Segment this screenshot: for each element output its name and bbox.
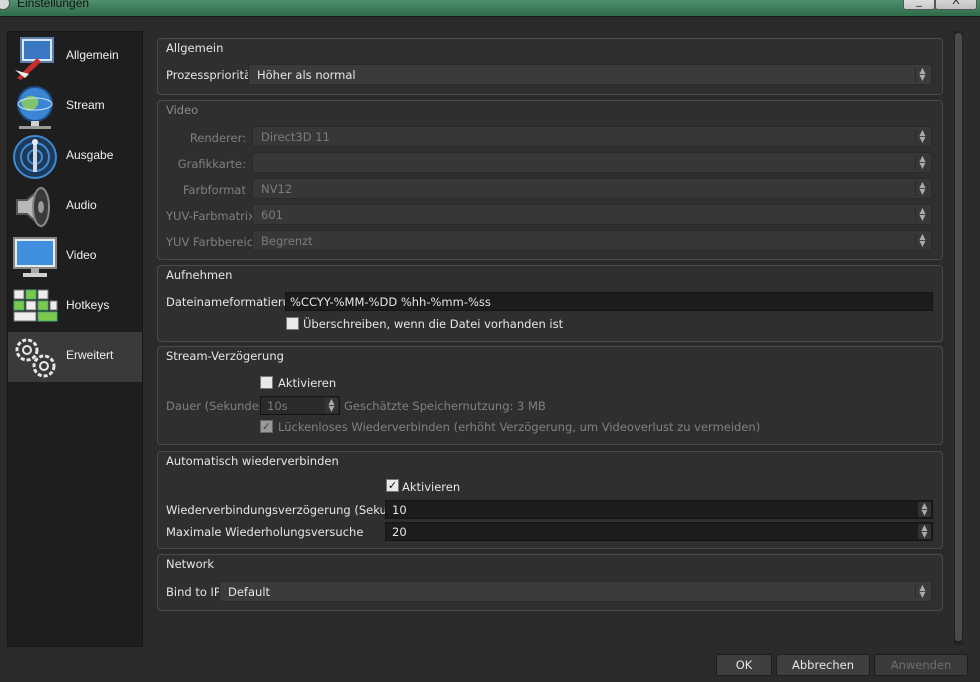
group-title: Network: [166, 557, 215, 571]
monitor-icon: [13, 237, 57, 277]
gpu-label: Grafikkarte:: [177, 157, 246, 171]
yuv-range-select: Begrenzt ▲ ▼: [252, 230, 932, 251]
sidebar-item-label: Allgemein: [66, 48, 119, 62]
yuv-matrix-label: YUV-Farbmatrix: [166, 209, 255, 223]
yuv-range-value: Begrenzt: [261, 234, 313, 248]
max-retries-spinbox[interactable]: 20 ▲ ▼: [385, 522, 933, 541]
select-arrows-icon: ▲ ▼: [915, 233, 929, 248]
sidebar-item-label: Stream: [66, 98, 105, 112]
delay-duration-label: Dauer (Sekunden): [166, 399, 271, 413]
select-arrows-icon: ▲ ▼: [915, 181, 929, 196]
stream-delay-enable-checkbox[interactable]: [260, 376, 273, 389]
renderer-value: Direct3D 11: [261, 130, 330, 144]
priority-select[interactable]: Höher als normal ▲ ▼: [248, 64, 932, 85]
select-arrows-icon: ▲ ▼: [915, 584, 929, 599]
sidebar-item-hotkeys[interactable]: Hotkeys: [8, 282, 142, 332]
renderer-label: Renderer:: [189, 131, 246, 145]
speaker-icon: [16, 185, 50, 229]
app-icon: [0, 0, 10, 10]
globe-network-icon: [17, 86, 53, 129]
color-format-value: NV12: [261, 182, 293, 196]
cancel-button[interactable]: Abbrechen: [776, 654, 870, 676]
overwrite-checkbox[interactable]: [286, 317, 299, 330]
sidebar-item-label: Ausgabe: [66, 148, 114, 162]
stream-delay-enable-label: Aktivieren: [278, 376, 337, 390]
yuv-matrix-value: 601: [261, 208, 283, 222]
check-icon: ✓: [261, 420, 272, 433]
filename-format-input[interactable]: %CCYY-%MM-%DD %hh-%mm-%ss: [285, 292, 933, 311]
preserve-reconnect-label: Lückenloses Wiederverbinden (erhöht Verz…: [278, 420, 761, 434]
overwrite-label: Überschreiben, wenn die Datei vorhanden …: [303, 317, 564, 331]
yuv-matrix-select: 601 ▲ ▼: [252, 204, 932, 225]
stream-delay-group: Stream-Verzögerung Aktivieren Dauer (Sek…: [157, 346, 943, 445]
spin-arrows-icon: ▲ ▼: [918, 502, 931, 517]
sidebar-item-stream[interactable]: Stream: [8, 82, 142, 132]
ok-button[interactable]: OK: [716, 654, 772, 676]
memory-usage-text: Geschätzte Speichernutzung: 3 MB: [344, 399, 546, 413]
priority-value: Höher als normal: [257, 68, 356, 82]
reconnect-delay-label: Wiederverbindungsverzögerung (Sekunden): [166, 503, 421, 517]
sidebar-item-erweitert[interactable]: Erweitert: [8, 332, 142, 382]
general-group: Allgemein Prozesspriorität Höher als nor…: [157, 38, 943, 95]
minimize-button[interactable]: _: [903, 0, 935, 10]
delay-duration-spinbox: 10s ▲ ▼: [260, 396, 340, 415]
sidebar-item-label: Erweitert: [66, 348, 114, 362]
preserve-reconnect-checkbox: ✓: [260, 420, 273, 433]
group-title: Allgemein: [166, 41, 224, 55]
gpu-select: ▲ ▼: [252, 152, 932, 173]
group-title: Automatisch wiederverbinden: [166, 454, 339, 468]
sidebar-item-allgemein[interactable]: Allgemein: [8, 32, 142, 82]
group-title: Video: [166, 103, 199, 117]
scrollbar-thumb[interactable]: [955, 33, 962, 641]
bind-to-ip-label: Bind to IP: [166, 585, 221, 599]
reconnect-delay-spinbox[interactable]: 10 ▲ ▼: [385, 500, 933, 519]
sidebar-item-label: Hotkeys: [66, 298, 110, 312]
video-group: Video Renderer: Direct3D 11 ▲ ▼ Grafikkar…: [157, 100, 943, 260]
network-group: Network Bind to IP Default ▲ ▼: [157, 554, 943, 611]
sidebar-item-ausgabe[interactable]: Ausgabe: [8, 132, 142, 182]
select-arrows-icon: ▲ ▼: [915, 129, 929, 144]
settings-sidebar: Allgemein Stream Ausgabe Audio Video Hot…: [7, 31, 143, 647]
select-arrows-icon: ▲ ▼: [915, 207, 929, 222]
apply-button[interactable]: Anwenden: [874, 654, 968, 676]
renderer-select: Direct3D 11 ▲ ▼: [252, 126, 932, 147]
delay-duration-value: 10s: [267, 399, 288, 413]
select-arrows-icon: ▲ ▼: [915, 155, 929, 170]
sidebar-item-audio[interactable]: Audio: [8, 182, 142, 232]
group-title: Aufnehmen: [166, 268, 233, 282]
auto-reconnect-enable-checkbox[interactable]: ✓: [386, 479, 399, 492]
group-title: Stream-Verzögerung: [166, 349, 284, 363]
keyboard-icon: [13, 289, 58, 322]
max-retries-value: 20: [392, 525, 407, 539]
max-retries-label: Maximale Wiederholungsversuche: [166, 525, 364, 539]
close-button[interactable]: X: [935, 0, 977, 10]
sidebar-item-label: Video: [66, 248, 97, 262]
filename-format-label: Dateinameformatierung: [166, 295, 305, 309]
select-arrows-icon: ▲ ▼: [915, 67, 929, 82]
sidebar-item-video[interactable]: Video: [8, 232, 142, 282]
bind-to-ip-value: Default: [228, 585, 271, 599]
color-format-label: Farbformat: [182, 183, 246, 197]
check-icon: ✓: [387, 479, 398, 492]
auto-reconnect-enable-label: Aktivieren: [402, 480, 461, 494]
recording-group: Aufnehmen Dateinameformatierung %CCYY-%M…: [157, 265, 943, 342]
yuv-range-label: YUV Farbbereich: [166, 235, 261, 249]
broadcast-antenna-icon: [13, 135, 57, 179]
reconnect-delay-value: 10: [392, 503, 407, 517]
gears-icon: [15, 338, 56, 378]
priority-label: Prozesspriorität: [166, 68, 256, 82]
window-title: Einstellungen: [17, 0, 90, 10]
general-settings-icon: [15, 37, 54, 80]
title-bar: Einstellungen _ X: [0, 0, 980, 17]
sidebar-item-label: Audio: [66, 198, 97, 212]
spin-arrows-icon: ▲ ▼: [918, 524, 931, 539]
bind-to-ip-select[interactable]: Default ▲ ▼: [219, 581, 932, 602]
spin-arrows-icon: ▲ ▼: [325, 398, 338, 413]
vertical-scrollbar[interactable]: [954, 31, 963, 645]
filename-format-value: %CCYY-%MM-%DD %hh-%mm-%ss: [290, 295, 491, 309]
color-format-select: NV12 ▲ ▼: [252, 178, 932, 199]
auto-reconnect-group: Automatisch wiederverbinden ✓ Aktivieren…: [157, 451, 943, 549]
